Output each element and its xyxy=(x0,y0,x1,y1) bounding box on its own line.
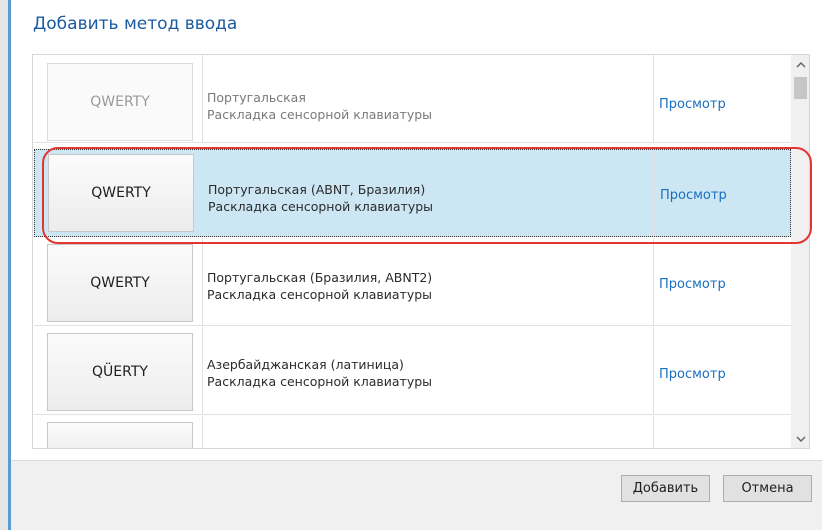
list-item-description: Португальская (Бразилия, ABNT2) Раскладк… xyxy=(207,269,432,303)
chevron-up-icon[interactable] xyxy=(791,55,809,73)
list-item-type: Раскладка сенсорной клавиатуры xyxy=(208,199,434,214)
list-item-description: Португальская (ABNT, Бразилия) Раскладка… xyxy=(208,181,433,215)
keyboard-thumbnail: QWERTY xyxy=(48,154,194,232)
keyboard-thumbnail xyxy=(47,422,193,448)
list-item-description: Азербайджанская (латиница) Раскладка сен… xyxy=(207,356,432,390)
list-item-type: Раскладка сенсорной клавиатуры xyxy=(207,287,433,302)
vertical-scrollbar[interactable] xyxy=(791,55,809,448)
accent-stripe xyxy=(8,0,11,530)
keyboard-thumbnail: QWERTY xyxy=(47,244,193,322)
dialog-title: Добавить метод ввода xyxy=(33,14,238,34)
list-item-name: Азербайджанская (латиница) xyxy=(207,357,404,372)
list-item-type: Раскладка сенсорной клавиатуры xyxy=(207,107,433,122)
column-divider xyxy=(203,150,204,236)
column-divider xyxy=(653,238,654,325)
cancel-button[interactable]: Отмена xyxy=(723,475,812,502)
column-divider xyxy=(653,55,654,142)
column-divider xyxy=(202,327,203,414)
preview-link[interactable]: Просмотр xyxy=(660,188,727,203)
list-item-name: Португальская (ABNT, Бразилия) xyxy=(208,182,426,197)
keyboard-thumbnail: QÜERTY xyxy=(47,333,193,411)
input-method-list[interactable]: QWERTY Португальская Раскладка сенсорной… xyxy=(32,54,810,449)
list-item-name: Португальская xyxy=(207,90,306,105)
list-item[interactable]: QWERTY Португальская Раскладка сенсорной… xyxy=(34,55,791,143)
column-divider xyxy=(202,416,203,448)
chevron-down-icon[interactable] xyxy=(791,430,809,448)
list-item-description: Португальская Раскладка сенсорной клавиа… xyxy=(207,89,432,123)
keyboard-thumbnail: QWERTY xyxy=(47,63,193,141)
list-item-type: Раскладка сенсорной клавиатуры xyxy=(207,374,433,389)
column-divider xyxy=(654,150,655,236)
list-item-name: Португальская (Бразилия, ABNT2) xyxy=(207,270,433,285)
list-item[interactable]: QÜERTY Азербайджанская (латиница) Раскла… xyxy=(34,327,791,415)
column-divider xyxy=(202,55,203,142)
scroll-thumb[interactable] xyxy=(794,77,807,99)
list-item-selected[interactable]: QWERTY Португальская (ABNT, Бразилия) Ра… xyxy=(34,149,791,237)
list-item[interactable]: QWERTY Португальская (Бразилия, ABNT2) Р… xyxy=(34,238,791,326)
list-item-partial[interactable] xyxy=(34,416,791,448)
dialog-footer: Добавить Отмена xyxy=(11,460,822,530)
preview-link[interactable]: Просмотр xyxy=(659,367,726,382)
preview-link[interactable]: Просмотр xyxy=(659,277,726,292)
column-divider xyxy=(653,416,654,448)
column-divider xyxy=(653,327,654,414)
add-button[interactable]: Добавить xyxy=(621,475,710,502)
column-divider xyxy=(202,238,203,325)
left-accent-bar xyxy=(0,0,11,530)
preview-link[interactable]: Просмотр xyxy=(659,97,726,112)
